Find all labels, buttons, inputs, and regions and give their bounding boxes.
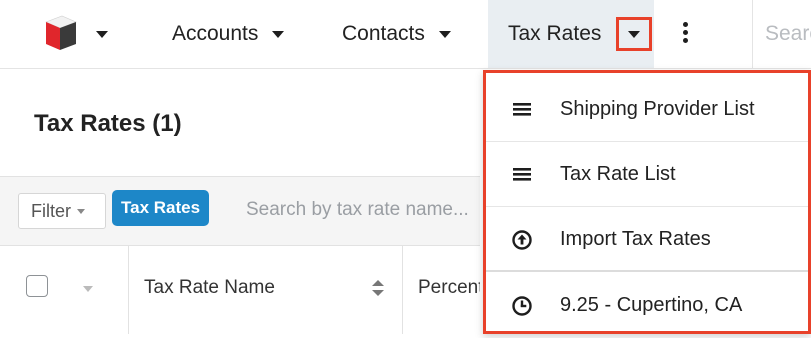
- chevron-down-icon[interactable]: [272, 30, 285, 38]
- column-divider: [402, 245, 403, 334]
- list-icon: [511, 98, 533, 120]
- nav-divider: [752, 0, 753, 68]
- clock-icon: [511, 295, 533, 317]
- chevron-down-icon[interactable]: [438, 30, 451, 38]
- mass-actions-caret-icon[interactable]: [83, 286, 93, 292]
- chevron-down-icon: [77, 208, 85, 214]
- page-title: Tax Rates (1): [34, 110, 182, 137]
- select-all-checkbox[interactable]: [26, 275, 48, 297]
- list-search-input[interactable]: [232, 190, 480, 230]
- top-navigation: Accounts Contacts Tax Rates Search: [0, 0, 811, 69]
- nav-tab-contacts-label: Contacts: [342, 22, 425, 45]
- menu-item-recent-record[interactable]: 9.25 - Cupertino, CA: [486, 273, 808, 338]
- column-header-percentage[interactable]: Percentage: [418, 277, 480, 299]
- sugar-cube-logo-icon[interactable]: [38, 14, 84, 54]
- nav-tab-tax-rates-label: Tax Rates: [508, 22, 602, 45]
- menu-divider: [486, 270, 808, 272]
- more-menu-icon[interactable]: [680, 22, 690, 46]
- tax-rates-dropdown-menu: Shipping Provider List Tax Rate List Imp…: [483, 70, 811, 334]
- list-icon: [511, 163, 533, 185]
- menu-item-shipping-provider-list[interactable]: Shipping Provider List: [486, 77, 808, 142]
- active-filter-pill[interactable]: Tax Rates: [112, 190, 210, 226]
- nav-tab-accounts[interactable]: Accounts: [172, 0, 285, 68]
- filter-dropdown-button[interactable]: Filter: [18, 193, 106, 229]
- nav-tab-accounts-label: Accounts: [172, 22, 259, 45]
- nav-tab-contacts[interactable]: Contacts: [342, 0, 451, 68]
- menu-item-import-tax-rates[interactable]: Import Tax Rates: [486, 207, 808, 272]
- chevron-down-icon: [628, 30, 640, 38]
- sort-icon[interactable]: [372, 280, 384, 296]
- tax-rates-menu-toggle[interactable]: [616, 17, 652, 51]
- global-search-input[interactable]: Search: [765, 22, 811, 46]
- menu-item-label: Import Tax Rates: [560, 228, 711, 250]
- menu-item-label: 9.25 - Cupertino, CA: [560, 294, 743, 316]
- filter-label: Filter: [31, 200, 71, 221]
- column-header-tax-rate-name[interactable]: Tax Rate Name: [144, 277, 275, 299]
- menu-item-label: Tax Rate List: [560, 162, 676, 185]
- upload-circle-icon: [511, 229, 533, 251]
- column-divider: [128, 245, 129, 334]
- logo-caret-icon[interactable]: [96, 31, 108, 38]
- menu-item-label: Shipping Provider List: [560, 97, 755, 120]
- menu-item-tax-rate-list[interactable]: Tax Rate List: [486, 142, 808, 207]
